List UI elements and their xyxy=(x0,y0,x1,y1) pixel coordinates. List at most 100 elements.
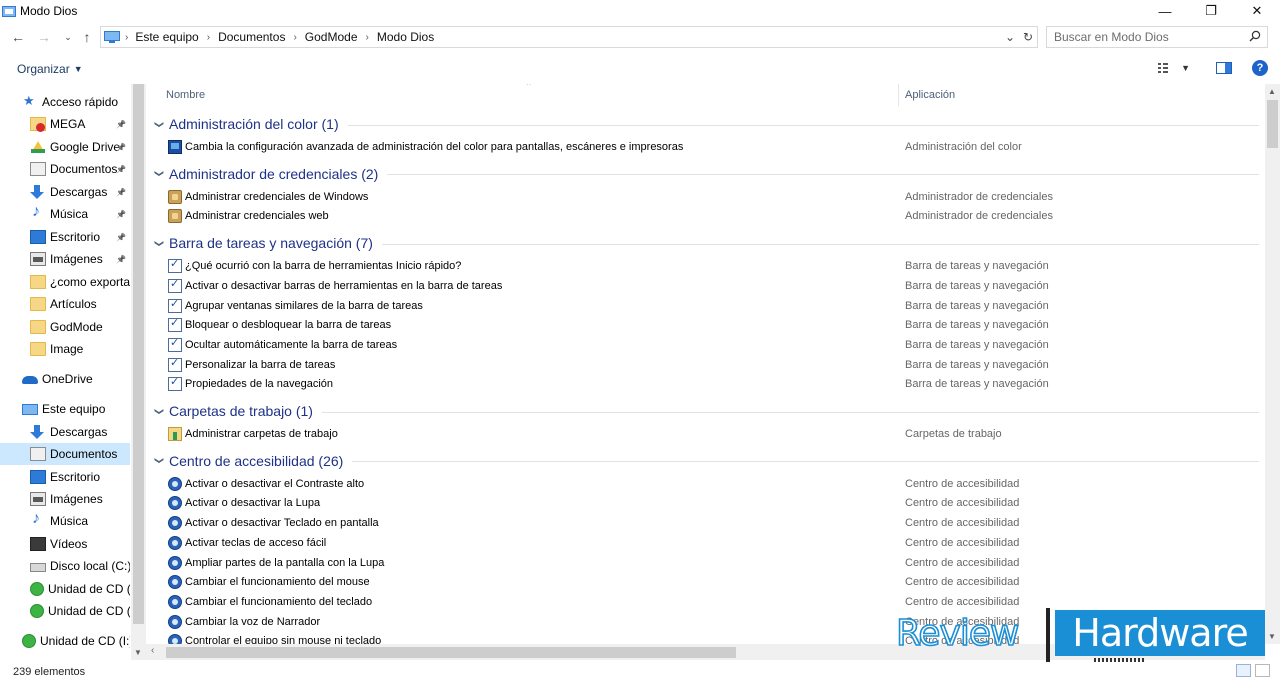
sidebar-item-20[interactable]: Vídeos xyxy=(0,533,130,555)
search-input[interactable] xyxy=(1054,30,1244,44)
videos-icon xyxy=(30,537,46,551)
sidebar-item-1[interactable]: Acceso rápido xyxy=(0,91,130,113)
list-item[interactable]: Activar o desactivar Teclado en pantalla… xyxy=(151,513,1259,533)
column-name-header[interactable]: Nombre xyxy=(166,89,205,101)
sidebar-item-18[interactable]: Imágenes xyxy=(0,488,130,510)
list-item[interactable]: Activar o desactivar el Contraste alto Ce… xyxy=(151,474,1259,494)
search-icon[interactable] xyxy=(1249,30,1261,45)
downloads-icon xyxy=(30,185,46,199)
list-item[interactable]: Ocultar automáticamente la barra de tare… xyxy=(151,335,1259,355)
sidebar-item-23[interactable]: Unidad de CD (I: xyxy=(0,600,130,622)
list-item[interactable]: Cambiar el funcionamiento del mouse Centr… xyxy=(151,572,1259,592)
view-options-caret-icon[interactable]: ▼ xyxy=(1181,63,1190,73)
back-arrow-icon[interactable]: ← xyxy=(7,26,29,48)
watermark-divider xyxy=(1046,608,1050,662)
sidebar-item-label: Música xyxy=(50,514,89,528)
minimize-button[interactable]: — xyxy=(1142,0,1188,22)
scroll-left-arrow-icon[interactable]: ‹ xyxy=(151,645,154,656)
refresh-icon[interactable]: ↻ xyxy=(1019,30,1037,44)
list-item[interactable]: Activar o desactivar la Lupa Centro de ac… xyxy=(151,493,1259,513)
large-icons-view-icon[interactable] xyxy=(1255,664,1270,677)
scroll-up-arrow-icon[interactable]: ▲ xyxy=(1268,87,1276,96)
list-item[interactable]: Activar teclas de acceso fácil Centro de … xyxy=(151,533,1259,553)
list-item[interactable]: Cambia la configuración avanzada de admi… xyxy=(151,137,1259,157)
sidebar-item-12[interactable]: Image xyxy=(0,338,130,360)
search-box[interactable] xyxy=(1046,26,1268,48)
group-header[interactable]: ❯ Carpetas de trabajo (1) xyxy=(151,399,1259,423)
sidebar-item-11[interactable]: GodMode xyxy=(0,316,130,338)
breadcrumb-godmode[interactable]: GodMode xyxy=(305,30,358,44)
navigation-pane-scrollbar[interactable]: ▼ xyxy=(131,84,146,660)
change-view-icon[interactable] xyxy=(1157,61,1175,75)
sidebar-item-4[interactable]: Documentos 📌 xyxy=(0,158,130,180)
folder-icon xyxy=(30,342,46,356)
collapse-chevron-icon[interactable]: ❯ xyxy=(154,165,165,183)
item-name: Ampliar partes de la pantalla con la Lup… xyxy=(185,556,385,569)
group-divider-line xyxy=(352,461,1259,463)
column-divider[interactable] xyxy=(898,84,899,106)
breadcrumb-este-equipo[interactable]: Este equipo xyxy=(135,30,198,44)
address-field[interactable]: › Este equipo › Documentos › GodMode › M… xyxy=(100,26,1038,48)
sidebar-item-2[interactable]: MEGA 📌 xyxy=(0,113,130,135)
item-application: Carpetas de trabajo xyxy=(905,428,1002,440)
maximize-button[interactable]: ❐ xyxy=(1188,0,1234,22)
column-application-header[interactable]: Aplicación xyxy=(905,89,955,101)
list-item[interactable]: Bloquear o desbloquear la barra de tarea… xyxy=(151,315,1259,335)
sidebar-item-22[interactable]: Unidad de CD (E xyxy=(0,578,130,600)
file-list-vertical-scrollbar[interactable]: ▲ ▼ xyxy=(1265,84,1280,644)
group-header[interactable]: ❯ Centro de accesibilidad (26) xyxy=(151,449,1259,473)
file-list-vertical-scrollbar-thumb[interactable] xyxy=(1267,100,1278,148)
address-history-chevron-icon[interactable]: ⌄ xyxy=(1001,30,1019,44)
sidebar-item-24[interactable]: Unidad de CD (I:) xyxy=(0,630,130,652)
group-header[interactable]: ❯ Barra de tareas y navegación (7) xyxy=(151,231,1259,255)
sidebar-item-7[interactable]: Escritorio 📌 xyxy=(0,226,130,248)
cd-drive-icon xyxy=(22,634,36,648)
scroll-down-arrow-icon[interactable]: ▼ xyxy=(1268,632,1276,641)
mega-folder-icon xyxy=(30,117,46,132)
sidebar-item-14[interactable]: Este equipo xyxy=(0,398,130,420)
list-item[interactable]: Administrar credenciales web Administrado… xyxy=(151,206,1259,226)
list-item[interactable]: Activar o desactivar barras de herramien… xyxy=(151,276,1259,296)
sidebar-item-6[interactable]: Música 📌 xyxy=(0,203,130,225)
help-icon[interactable]: ? xyxy=(1252,60,1268,76)
list-item[interactable]: Personalizar la barra de tareas Barra de … xyxy=(151,355,1259,375)
list-item[interactable]: Ampliar partes de la pantalla con la Lup… xyxy=(151,553,1259,573)
up-arrow-icon[interactable]: ↑ xyxy=(76,26,98,48)
sidebar-item-8[interactable]: Imágenes 📌 xyxy=(0,248,130,270)
taskbar-icon xyxy=(168,257,182,274)
group-header[interactable]: ❯ Administrador de credenciales (2) xyxy=(151,162,1259,186)
collapse-chevron-icon[interactable]: ❯ xyxy=(154,234,165,252)
sidebar-item-16[interactable]: Documentos xyxy=(0,443,130,465)
sidebar-item-15[interactable]: Descargas xyxy=(0,421,130,443)
sidebar-item-3[interactable]: Google Drive 📌 xyxy=(0,136,130,158)
images-icon xyxy=(30,492,46,506)
list-item[interactable]: Administrar carpetas de trabajo Carpetas … xyxy=(151,424,1259,444)
sidebar-item-5[interactable]: Descargas 📌 xyxy=(0,181,130,203)
breadcrumb-modo-dios[interactable]: Modo Dios xyxy=(377,30,434,44)
sidebar-item-9[interactable]: ¿como exportar xyxy=(0,271,130,293)
forward-arrow-icon[interactable]: → xyxy=(33,26,55,48)
sidebar-item-13[interactable]: OneDrive xyxy=(0,368,130,390)
collapse-chevron-icon[interactable]: ❯ xyxy=(154,402,165,420)
group-title: Carpetas de trabajo (1) xyxy=(169,403,313,419)
group-header[interactable]: ❯ Administración del color (1) xyxy=(151,112,1259,136)
list-item[interactable]: Propiedades de la navegación Barra de tar… xyxy=(151,374,1259,394)
scroll-down-arrow-icon[interactable]: ▼ xyxy=(134,648,142,657)
collapse-chevron-icon[interactable]: ❯ xyxy=(154,115,165,133)
sidebar-item-10[interactable]: Artículos xyxy=(0,293,130,315)
organize-button[interactable]: Organizar ▼ xyxy=(17,62,83,76)
collapse-chevron-icon[interactable]: ❯ xyxy=(154,452,165,470)
list-item[interactable]: Administrar credenciales de Windows Admin… xyxy=(151,187,1259,207)
list-item[interactable]: Agrupar ventanas similares de la barra d… xyxy=(151,296,1259,316)
watermark-hardware-text: Hardware xyxy=(1072,611,1248,655)
list-item[interactable]: ¿Qué ocurrió con la barra de herramienta… xyxy=(151,256,1259,276)
navigation-pane-scrollbar-thumb[interactable] xyxy=(133,84,144,624)
breadcrumb-documentos[interactable]: Documentos xyxy=(218,30,285,44)
sidebar-item-17[interactable]: Escritorio xyxy=(0,466,130,488)
sidebar-item-19[interactable]: Música xyxy=(0,510,130,532)
close-button[interactable]: ✕ xyxy=(1234,0,1280,22)
sidebar-item-21[interactable]: Disco local (C:) xyxy=(0,555,130,577)
file-list-horizontal-scrollbar-thumb[interactable] xyxy=(166,647,736,658)
preview-pane-icon[interactable] xyxy=(1216,61,1234,75)
details-view-icon[interactable] xyxy=(1236,664,1251,677)
